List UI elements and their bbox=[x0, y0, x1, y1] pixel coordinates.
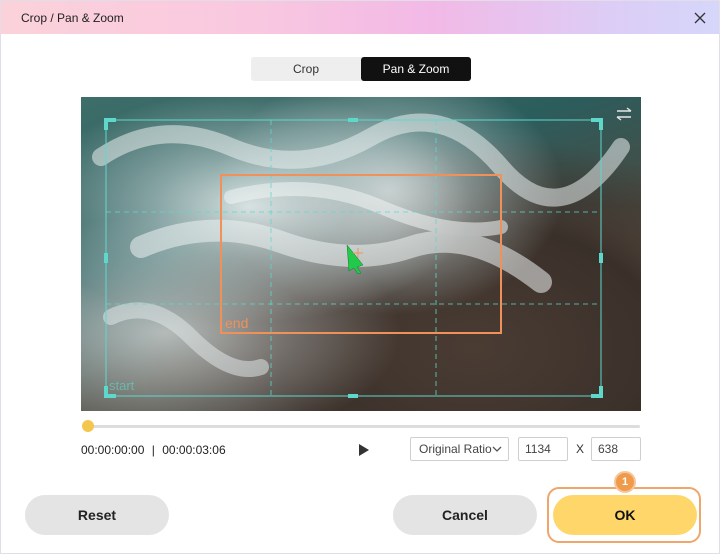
title-bar: Crop / Pan & Zoom bbox=[1, 1, 719, 34]
chevron-down-icon bbox=[492, 446, 502, 452]
crop-pan-zoom-dialog: Crop / Pan & Zoom Crop Pan & Zoom end st… bbox=[0, 0, 720, 554]
total-time: 00:00:03:06 bbox=[162, 443, 226, 457]
reset-button[interactable]: Reset bbox=[25, 495, 169, 535]
ok-button[interactable]: OK bbox=[553, 495, 697, 535]
start-frame-label: start bbox=[109, 378, 135, 393]
crop-overlay bbox=[92, 113, 630, 398]
height-input[interactable] bbox=[591, 437, 641, 461]
dimension-separator: X bbox=[576, 442, 585, 456]
step-badge: 1 bbox=[614, 471, 636, 493]
tab-crop[interactable]: Crop bbox=[251, 57, 361, 81]
close-button[interactable] bbox=[689, 7, 711, 29]
time-separator: | bbox=[151, 443, 155, 457]
dialog-title: Crop / Pan & Zoom bbox=[21, 11, 124, 25]
close-icon bbox=[694, 12, 706, 24]
swap-arrows-icon bbox=[616, 107, 632, 121]
end-frame-label: end bbox=[225, 315, 249, 331]
timeline-slider[interactable] bbox=[82, 420, 640, 432]
mode-tabs: Crop Pan & Zoom bbox=[251, 57, 471, 81]
play-icon bbox=[359, 444, 369, 456]
current-time: 00:00:00:00 bbox=[81, 443, 145, 457]
tab-pan-zoom[interactable]: Pan & Zoom bbox=[361, 57, 471, 81]
swap-button[interactable] bbox=[613, 103, 635, 125]
width-input[interactable] bbox=[518, 437, 568, 461]
play-button[interactable] bbox=[356, 442, 372, 458]
timecode: 00:00:00:00 | 00:00:03:06 bbox=[81, 443, 226, 457]
video-preview[interactable]: end start bbox=[81, 97, 641, 411]
timeline-handle[interactable] bbox=[82, 420, 94, 432]
ratio-selected: Original Ratio bbox=[419, 442, 492, 456]
ratio-select[interactable]: Original Ratio bbox=[410, 437, 509, 461]
cancel-button[interactable]: Cancel bbox=[393, 495, 537, 535]
